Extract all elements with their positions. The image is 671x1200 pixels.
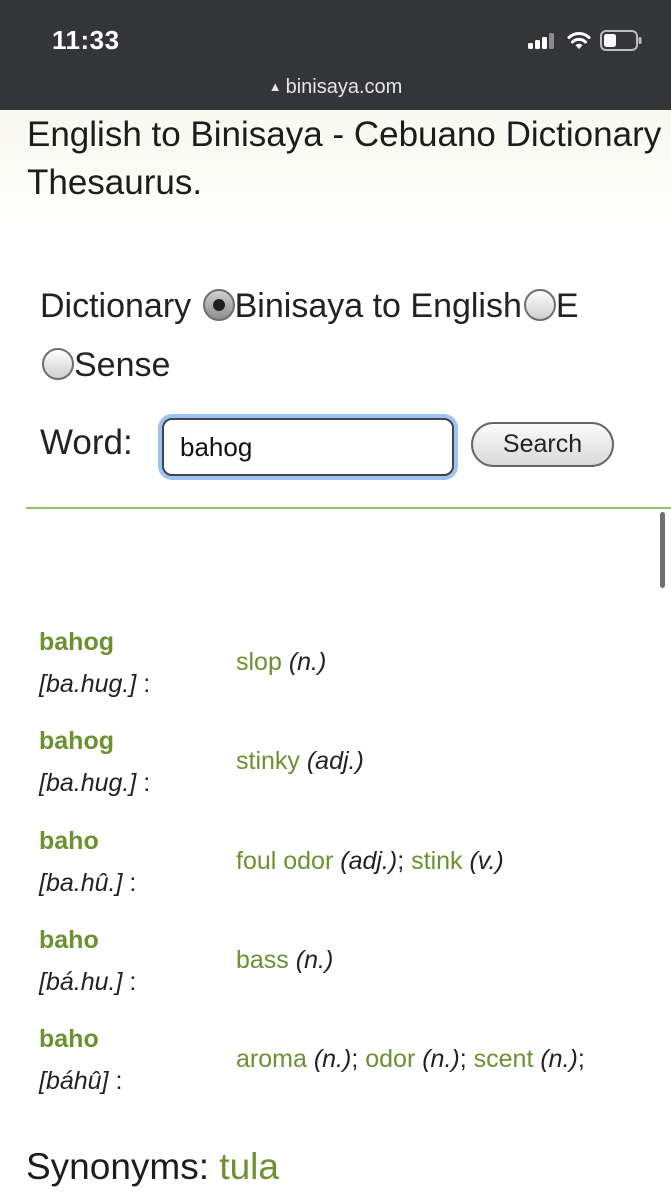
dictionary-label: Dictionary bbox=[40, 287, 192, 325]
wifi-icon bbox=[567, 32, 591, 49]
entry-pronunciation: [ba.hug.] : bbox=[39, 769, 151, 797]
synonyms-label: Synonyms: bbox=[26, 1146, 210, 1187]
radio-sense[interactable] bbox=[42, 348, 74, 380]
page-content: English to Binisaya - Cebuano Dictionary… bbox=[0, 110, 671, 1200]
radio-binisaya-to-english[interactable] bbox=[202, 289, 235, 321]
battery-icon bbox=[600, 30, 642, 51]
dictionary-options: Dictionary Binisaya to English E bbox=[40, 287, 579, 326]
page-title: English to Binisaya - Cebuano Dictionary… bbox=[27, 115, 671, 202]
synonyms-line: Synonyms: tula bbox=[26, 1146, 279, 1188]
entry-pronunciation: [ba.hû.] : bbox=[39, 869, 137, 897]
definition-link[interactable]: stink bbox=[411, 847, 462, 875]
entry-word[interactable]: bahog bbox=[39, 628, 114, 657]
word-label: Word: bbox=[40, 423, 133, 462]
definition-link[interactable]: foul odor bbox=[236, 847, 333, 875]
definition-link[interactable]: odor bbox=[365, 1045, 415, 1073]
url-text: binisaya.com bbox=[285, 76, 403, 98]
entry-pronunciation: [ba.hug.] : bbox=[39, 670, 151, 698]
option-label-sense[interactable]: Sense bbox=[74, 346, 170, 384]
entry-definition: stinky (adj.) bbox=[236, 747, 364, 775]
scrollbar[interactable] bbox=[660, 512, 665, 588]
entry-definition: aroma (n.); odor (n.); scent (n.); bbox=[236, 1045, 585, 1073]
search-button[interactable]: Search bbox=[471, 422, 614, 467]
synonym-link[interactable]: tula bbox=[219, 1146, 279, 1187]
option-label-binisaya-to-english[interactable]: Binisaya to English bbox=[235, 287, 522, 325]
entry-pronunciation: [bá.hu.] : bbox=[39, 968, 137, 996]
entry-word[interactable]: bahog bbox=[39, 727, 114, 756]
status-bar: 11:33 ▲ binisaya.com bbox=[0, 0, 671, 110]
entry-definition: bass (n.) bbox=[236, 946, 334, 974]
entry-word[interactable]: baho bbox=[39, 827, 99, 856]
definition-link[interactable]: aroma bbox=[236, 1045, 307, 1073]
status-time: 11:33 bbox=[52, 25, 120, 55]
radio-english-to-binisaya[interactable] bbox=[523, 289, 556, 321]
lock-icon: ▲ bbox=[268, 79, 282, 94]
entry-pronunciation: [báhû] : bbox=[39, 1067, 123, 1095]
word-search-input[interactable]: bahog bbox=[162, 418, 454, 476]
entry-word[interactable]: baho bbox=[39, 926, 99, 955]
definition-link[interactable]: bass bbox=[236, 946, 289, 974]
address-bar[interactable]: ▲ binisaya.com bbox=[0, 76, 671, 99]
entry-word[interactable]: baho bbox=[39, 1025, 99, 1054]
entry-definition: foul odor (adj.); stink (v.) bbox=[236, 847, 504, 875]
dictionary-options-row2: Sense bbox=[40, 346, 170, 385]
option-label-english[interactable]: E bbox=[556, 287, 579, 325]
cellular-signal-icon bbox=[528, 33, 558, 49]
divider bbox=[26, 507, 671, 509]
definition-link[interactable]: stinky bbox=[236, 747, 300, 775]
definition-link[interactable]: scent bbox=[474, 1045, 534, 1073]
definition-link[interactable]: slop bbox=[236, 648, 282, 676]
entry-definition: slop (n.) bbox=[236, 648, 327, 676]
